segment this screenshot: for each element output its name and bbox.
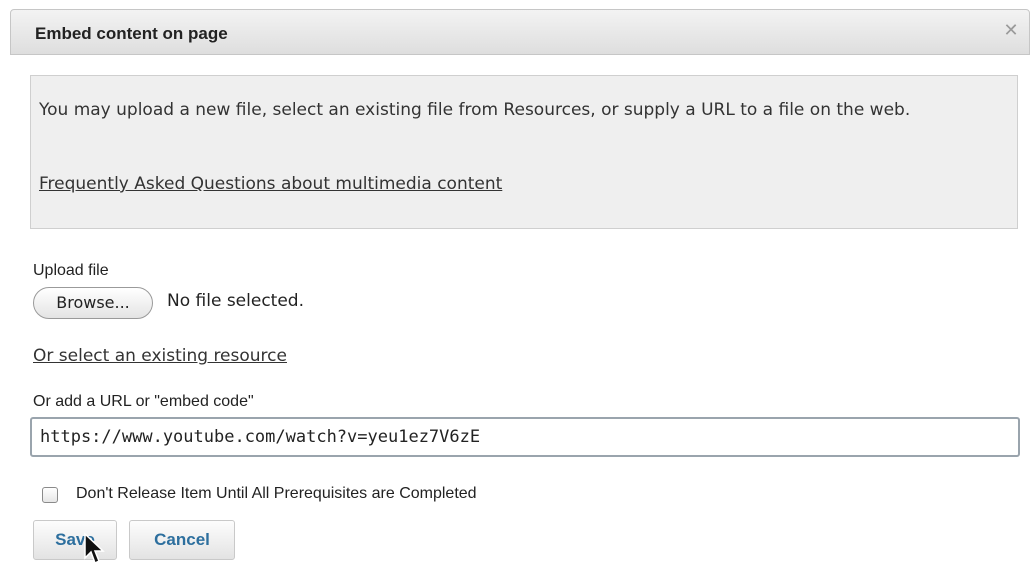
- faq-link[interactable]: Frequently Asked Questions about multime…: [39, 174, 502, 194]
- info-text: You may upload a new file, select an exi…: [39, 100, 911, 120]
- embed-content-dialog: Embed content on page ✕ You may upload a…: [0, 0, 1032, 577]
- info-box: You may upload a new file, select an exi…: [30, 75, 1018, 229]
- prerequisites-checkbox[interactable]: [42, 487, 58, 503]
- cancel-button[interactable]: Cancel: [129, 520, 235, 560]
- url-input[interactable]: [30, 417, 1020, 457]
- prerequisites-label: Don't Release Item Until All Prerequisit…: [76, 485, 477, 502]
- close-icon[interactable]: ✕: [1001, 21, 1021, 41]
- dialog-titlebar: Embed content on page ✕: [10, 9, 1030, 55]
- file-status: No file selected.: [167, 291, 304, 311]
- select-existing-resource-link[interactable]: Or select an existing resource: [33, 346, 287, 366]
- upload-file-label: Upload file: [33, 262, 109, 279]
- mouse-pointer-icon: [84, 532, 105, 565]
- url-label: Or add a URL or "embed code": [33, 393, 254, 410]
- dialog-title: Embed content on page: [35, 24, 228, 43]
- browse-button[interactable]: Browse...: [33, 287, 153, 319]
